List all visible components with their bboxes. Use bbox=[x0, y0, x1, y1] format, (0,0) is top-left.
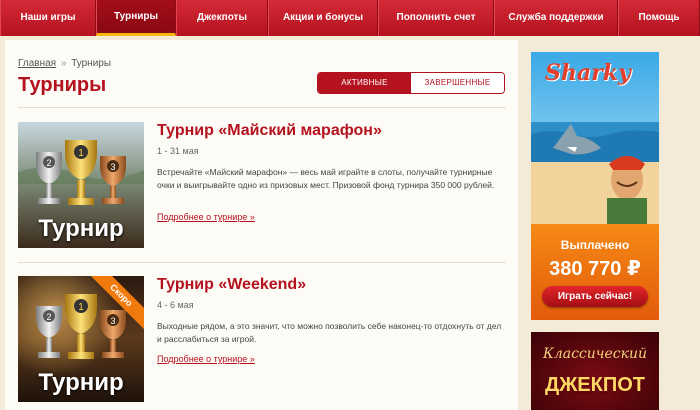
breadcrumb-current: Турниры bbox=[71, 58, 112, 69]
jackpot-title: ДЖЕКПОТ bbox=[544, 374, 646, 396]
tab-finished[interactable]: ЗАВЕРШЕННЫЕ bbox=[411, 73, 504, 93]
breadcrumb: Главная » Турниры bbox=[18, 58, 111, 69]
sharky-banner[interactable]: Sharky Выплачено 380 770 ₽ Играть сейчас… bbox=[531, 52, 659, 320]
payout-panel: Выплачено 380 770 ₽ Играть сейчас! bbox=[531, 224, 659, 320]
divider bbox=[18, 107, 506, 108]
sidebar: Sharky Выплачено 380 770 ₽ Играть сейчас… bbox=[528, 40, 700, 410]
classic-jackpot-banner[interactable]: Классический ДЖЕКПОТ bbox=[531, 332, 659, 410]
nav-item-deposit[interactable]: Пополнить счет bbox=[378, 0, 494, 36]
svg-text:1: 1 bbox=[78, 302, 84, 313]
tournament-more-link[interactable]: Подробнее о турнире » bbox=[157, 354, 255, 364]
tournament-image[interactable]: 2 1 3 Скоро Турнир bbox=[18, 276, 144, 402]
paid-label: Выплачено bbox=[560, 238, 630, 252]
nav-item-support[interactable]: Служба поддержки bbox=[494, 0, 618, 36]
tournament-title[interactable]: Турнир «Майский марафон» bbox=[157, 122, 382, 140]
svg-text:3: 3 bbox=[110, 162, 115, 172]
tab-active[interactable]: АКТИВНЫЕ bbox=[318, 73, 411, 93]
tournament-image[interactable]: 2 1 3 Турнир bbox=[18, 122, 144, 248]
play-now-button[interactable]: Играть сейчас! bbox=[542, 286, 648, 307]
tournament-image-label: Турнир bbox=[38, 369, 124, 396]
paid-amount: 380 770 ₽ bbox=[549, 258, 641, 280]
svg-text:3: 3 bbox=[110, 316, 115, 326]
nav-item-games[interactable]: Наши игры bbox=[0, 0, 96, 36]
tournament-description: Встречайте «Майский марафон» — весь май … bbox=[157, 167, 495, 190]
nav-item-tournaments[interactable]: Турниры bbox=[96, 0, 176, 36]
tournament-description: Выходные рядом, а это значит, что можно … bbox=[157, 321, 502, 344]
divider bbox=[18, 262, 506, 263]
tournament-dates: 1 - 31 мая bbox=[157, 146, 199, 156]
nav-item-jackpots[interactable]: Джекпоты bbox=[176, 0, 268, 36]
page-title: Турниры bbox=[18, 74, 107, 96]
top-nav: Наши игры Турниры Джекпоты Акции и бонус… bbox=[0, 0, 700, 36]
tournament-tabs: АКТИВНЫЕ ЗАВЕРШЕННЫЕ bbox=[317, 72, 505, 94]
tournament-dates: 4 - 6 мая bbox=[157, 300, 194, 310]
breadcrumb-home-link[interactable]: Главная bbox=[18, 58, 56, 69]
tournament-more-link[interactable]: Подробнее о турнире » bbox=[157, 212, 255, 222]
nav-item-help[interactable]: Помощь bbox=[618, 0, 700, 36]
tournament-title[interactable]: Турнир «Weekend» bbox=[157, 276, 306, 294]
svg-text:2: 2 bbox=[46, 158, 51, 168]
svg-text:1: 1 bbox=[78, 148, 84, 159]
sharky-logo: Sharky bbox=[545, 60, 631, 86]
breadcrumb-separator: » bbox=[60, 58, 67, 69]
nav-item-promotions[interactable]: Акции и бонусы bbox=[268, 0, 378, 36]
main-content: Главная » Турниры Турниры АКТИВНЫЕ ЗАВЕР… bbox=[5, 40, 518, 410]
svg-text:2: 2 bbox=[46, 312, 51, 322]
tournament-image-label: Турнир bbox=[38, 215, 124, 242]
jackpot-subtitle: Классический bbox=[542, 346, 648, 362]
